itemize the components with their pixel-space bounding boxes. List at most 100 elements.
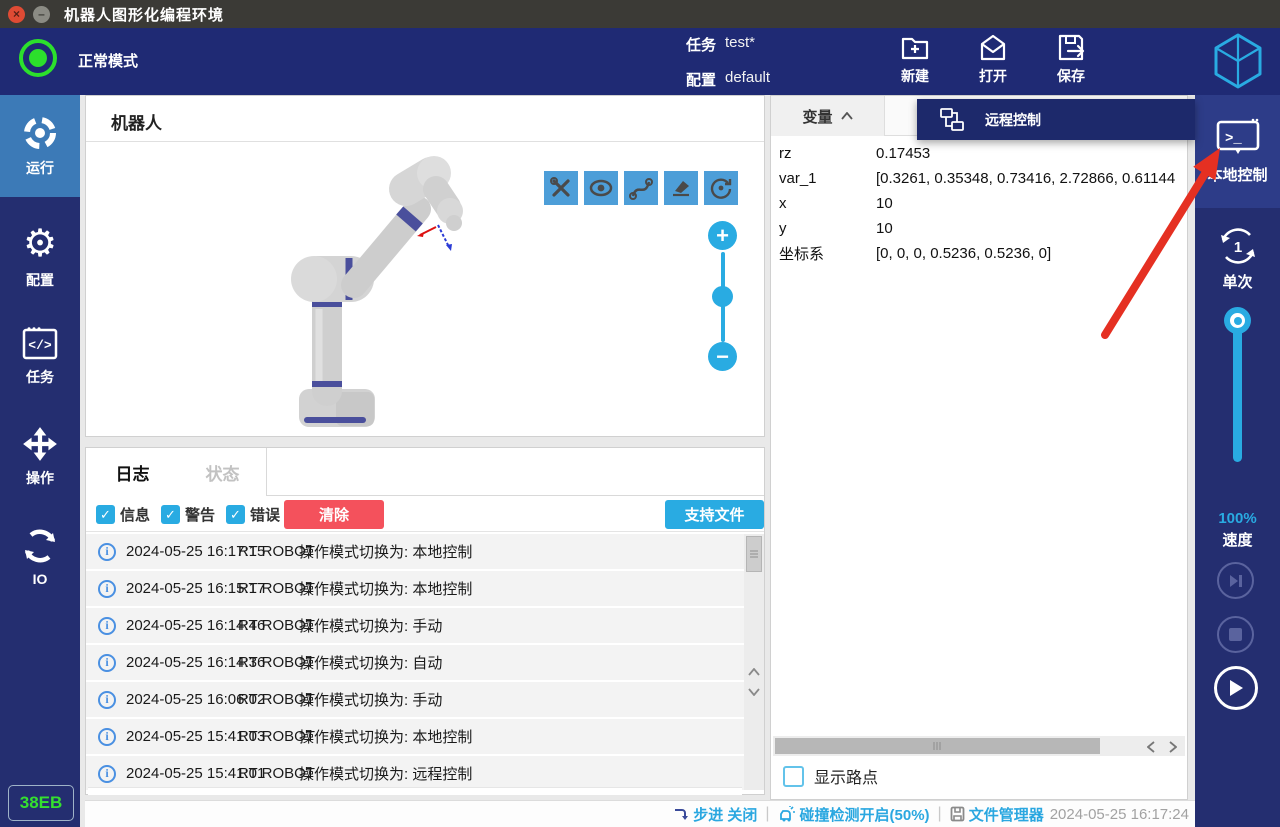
grip-icon	[749, 550, 759, 558]
show-waypoints-row[interactable]: 显示路点	[783, 764, 878, 788]
filter-info[interactable]: ✓ 信息	[96, 504, 150, 525]
io-cycle-icon	[21, 527, 59, 565]
mode-status-icon	[17, 37, 59, 79]
task-value: test*	[725, 34, 755, 51]
sidebar-item-label: 操作	[26, 468, 54, 488]
save-task-button[interactable]: 保存	[1049, 32, 1093, 86]
svg-text:>_: >_	[1225, 131, 1242, 147]
file-manager-label: 文件管理器	[969, 804, 1044, 825]
tab-log[interactable]: 日志	[86, 448, 180, 496]
log-row[interactable]: i 2024-05-25 16:14:36 RT ROBOT 操作模式切换为: …	[86, 645, 744, 682]
log-horizontal-scroll-area[interactable]	[88, 787, 742, 795]
speed-slider-track[interactable]	[1233, 317, 1242, 462]
filter-error[interactable]: ✓ 错误	[226, 504, 280, 525]
variables-collapse-tab[interactable]: 变量	[771, 96, 885, 136]
sidebar-item-config[interactable]: ⚙ 配置	[0, 207, 80, 307]
view-reset-rotate-button[interactable]	[704, 171, 738, 205]
log-row[interactable]: i 2024-05-25 16:06:02 RT ROBOT 操作模式切换为: …	[86, 682, 744, 719]
filter-warning[interactable]: ✓ 警告	[161, 504, 215, 525]
config-value: default	[725, 69, 770, 86]
log-message: 操作模式切换为: 手动	[299, 615, 442, 636]
sidebar-item-label: 任务	[26, 367, 54, 387]
variable-row[interactable]: y 10	[771, 216, 1187, 241]
robot-programming-app: × – 机器人图形化编程环境 正常模式 任务 test* 配置 default …	[0, 0, 1280, 827]
variable-value: [0.3261, 0.35348, 0.73416, 2.72866, 0.61…	[876, 170, 1176, 187]
log-row[interactable]: i 2024-05-25 15:41:03 RT ROBOT 操作模式切换为: …	[86, 719, 744, 756]
log-row[interactable]: i 2024-05-25 16:15:17 RT ROBOT 操作模式切换为: …	[86, 571, 744, 608]
window-close-button[interactable]: ×	[8, 6, 25, 23]
window-minimize-button[interactable]: –	[33, 6, 50, 23]
zoom-out-button[interactable]: −	[708, 342, 737, 371]
sidebar-item-task[interactable]: </> 任务	[0, 307, 80, 407]
svg-text:</>: </>	[28, 338, 52, 353]
log-scrollbar-track[interactable]	[744, 534, 764, 790]
zoom-in-button[interactable]: +	[708, 221, 737, 250]
stop-icon	[1229, 628, 1242, 641]
variable-value: 10	[876, 220, 893, 237]
log-panel: 日志 状态 ✓ 信息 ✓ 警告 ✓ 错误 清除 支持文件 i 2024-05-2…	[85, 447, 765, 795]
view-path-button[interactable]	[624, 171, 658, 205]
panel-divider	[86, 141, 764, 142]
new-task-button[interactable]: 新建	[893, 32, 937, 86]
save-button-label: 保存	[1057, 66, 1085, 86]
variable-name: rz	[779, 145, 792, 162]
view-erase-button[interactable]	[664, 171, 698, 205]
sidebar-item-label: 配置	[26, 270, 54, 290]
log-row[interactable]: i 2024-05-25 16:14:46 RT ROBOT 操作模式切换为: …	[86, 608, 744, 645]
warning-checkbox[interactable]: ✓	[161, 505, 180, 524]
window-title: 机器人图形化编程环境	[64, 4, 224, 25]
info-checkbox[interactable]: ✓	[96, 505, 115, 524]
variable-row[interactable]: rz 0.17453	[771, 141, 1187, 166]
new-button-label: 新建	[901, 66, 929, 86]
statusbar-timestamp: 2024-05-25 16:17:24	[1050, 806, 1189, 823]
view-visibility-button[interactable]	[584, 171, 618, 205]
file-manager-button[interactable]: 文件管理器	[950, 804, 1044, 825]
stop-button[interactable]	[1217, 616, 1254, 653]
control-mode-dropdown-item-remote[interactable]: 远程控制	[917, 99, 1195, 140]
log-scroll-up-button[interactable]	[746, 664, 762, 680]
show-waypoints-checkbox[interactable]	[783, 766, 804, 787]
view-tools-button[interactable]	[544, 171, 578, 205]
robot-arm-3d-view[interactable]	[256, 149, 476, 439]
error-checkbox[interactable]: ✓	[226, 505, 245, 524]
info-icon: i	[98, 580, 116, 598]
robot-id-badge[interactable]: 38EB	[8, 785, 74, 821]
variables-hscroll-thumb[interactable]	[775, 738, 1100, 754]
log-row[interactable]: i 2024-05-25 16:17:15 RT ROBOT 操作模式切换为: …	[86, 534, 744, 571]
sidebar-item-io[interactable]: IO	[0, 507, 80, 607]
clear-log-button[interactable]: 清除	[284, 500, 384, 529]
chevron-right-icon	[1169, 741, 1177, 753]
variable-row[interactable]: 坐标系 [0, 0, 0, 0.5236, 0.5236, 0]	[771, 241, 1187, 266]
scroll-right-button[interactable]	[1165, 739, 1181, 755]
gear-icon: ⚙	[23, 224, 57, 264]
log-scrollbar-thumb[interactable]	[746, 536, 762, 572]
code-window-icon: </>	[21, 327, 59, 361]
chevron-left-icon	[1147, 741, 1155, 753]
speed-slider-thumb[interactable]	[1224, 307, 1251, 334]
open-button-label: 打开	[979, 66, 1007, 86]
check-icon: ✓	[100, 507, 111, 523]
robot-3d-panel: 机器人	[85, 95, 765, 437]
step-next-button[interactable]	[1217, 562, 1254, 599]
variable-row[interactable]: x 10	[771, 191, 1187, 216]
play-button[interactable]	[1214, 666, 1258, 710]
single-run-button[interactable]: 1 单次	[1195, 213, 1280, 303]
svg-text:1: 1	[1233, 239, 1241, 256]
collision-detection-status[interactable]: 碰撞检测开启(50%)	[778, 804, 930, 825]
step-mode-status[interactable]: 步进 关闭	[673, 804, 757, 825]
log-list[interactable]: i 2024-05-25 16:17:15 RT ROBOT 操作模式切换为: …	[86, 534, 744, 790]
variable-value: [0, 0, 0, 0.5236, 0.5236, 0]	[876, 245, 1051, 262]
scroll-left-button[interactable]	[1143, 739, 1159, 755]
tab-status[interactable]: 状态	[179, 448, 267, 496]
remote-control-icon	[939, 108, 965, 132]
open-file-icon	[977, 32, 1009, 64]
support-file-button[interactable]: 支持文件	[665, 500, 764, 529]
zoom-slider-thumb[interactable]	[712, 286, 733, 307]
sidebar-item-operate[interactable]: 操作	[0, 407, 80, 507]
sidebar-item-run[interactable]: 运行	[0, 95, 80, 197]
local-control-button[interactable]: >_ 本地控制	[1195, 95, 1280, 208]
variable-row[interactable]: var_1 [0.3261, 0.35348, 0.73416, 2.72866…	[771, 166, 1187, 191]
log-scroll-down-button[interactable]	[746, 684, 762, 700]
open-task-button[interactable]: 打开	[971, 32, 1015, 86]
log-row[interactable]: i 2024-05-25 15:41:01 RT ROBOT 操作模式切换为: …	[86, 756, 744, 790]
